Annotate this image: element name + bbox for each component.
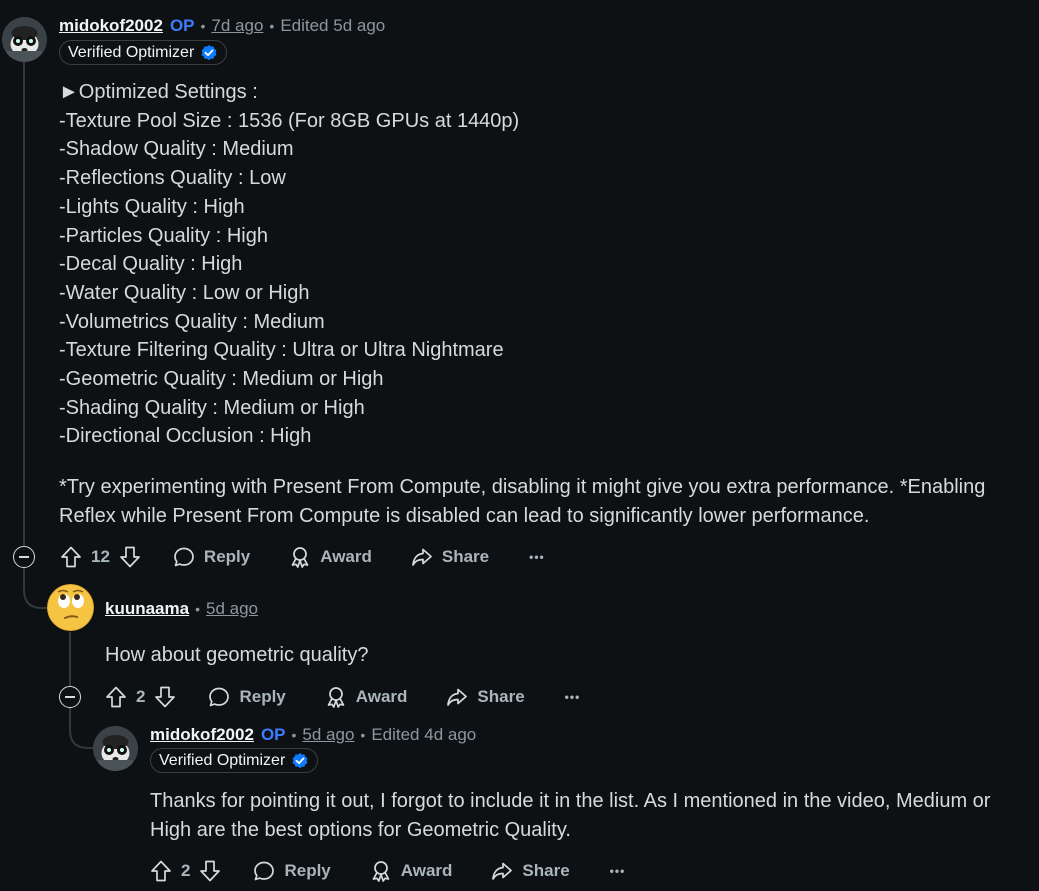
body-line: -Volumetrics Quality : Medium (59, 310, 325, 333)
op-badge: OP (260, 725, 286, 744)
username-link[interactable]: kuunaama (105, 599, 189, 619)
body-line: -Reflections Quality : Low (59, 167, 286, 190)
more-options-icon[interactable]: ••• (565, 690, 581, 704)
meta-separator: • (200, 18, 206, 34)
vote-count: 2 (181, 861, 191, 880)
share-label: Share (477, 687, 525, 706)
share-icon (412, 548, 432, 566)
award-icon (372, 861, 390, 882)
body-line: -Particles Quality : High (59, 224, 268, 247)
body-line: -Texture Pool Size : 1536 (For 8GB GPUs … (59, 109, 520, 132)
award-icon (291, 547, 309, 568)
body-line: How about geometric quality? (105, 644, 369, 666)
user-flair: Verified Optimizer (59, 40, 228, 65)
timestamp-link[interactable]: 5d ago (302, 725, 354, 745)
meta-separator: • (269, 18, 275, 34)
comment-bubble-icon (209, 687, 230, 707)
edited-label: Edited 5d ago (280, 16, 386, 35)
more-options-icon[interactable]: ••• (610, 864, 626, 878)
username-link[interactable]: midokof2002 (59, 16, 163, 36)
comment-meta: kuunaama • 5d ago (105, 598, 258, 620)
avatar[interactable] (93, 726, 138, 771)
vote-count: 12 (91, 547, 110, 566)
reply-button[interactable]: Reply (207, 685, 286, 709)
body-line: -Geometric Quality : Medium or High (59, 368, 384, 391)
upvote-icon[interactable] (104, 685, 128, 709)
minus-icon (19, 556, 29, 558)
award-label: Award (355, 687, 408, 706)
reply-label: Reply (239, 687, 286, 706)
award-button[interactable]: Award (324, 685, 408, 709)
avatar[interactable] (47, 584, 94, 631)
op-badge: OP (169, 16, 195, 35)
reply-label: Reply (203, 547, 251, 566)
share-button[interactable]: Share (490, 859, 570, 883)
comment-meta: midokof2002 OP • 7d ago • Edited 5d ago (59, 15, 385, 37)
minus-icon (65, 696, 75, 698)
share-icon (447, 688, 468, 706)
body-note: *Try experimenting with Present From Com… (59, 476, 986, 527)
reply-button[interactable]: Reply (172, 545, 250, 569)
comment-body: How about geometric quality? (105, 641, 1005, 670)
award-button[interactable]: Award (369, 859, 453, 883)
avatar[interactable] (2, 17, 47, 62)
body-line: -Shading Quality : Medium or High (59, 396, 365, 419)
more-options-icon[interactable]: ••• (529, 550, 545, 564)
body-line: -Directional Occlusion : High (59, 425, 312, 448)
award-icon (327, 687, 345, 708)
body-line: -Texture Filtering Quality : Ultra or Ul… (59, 339, 504, 362)
share-button[interactable]: Share (445, 685, 525, 709)
comment-body: Thanks for pointing it out, I forgot to … (150, 787, 1020, 844)
downvote-icon[interactable] (198, 859, 222, 883)
downvote-icon[interactable] (153, 685, 177, 709)
flair-text: Verified Optimizer (159, 751, 286, 769)
comment-actions: 12 Reply Award Share ••• (59, 542, 545, 572)
user-flair: Verified Optimizer (150, 748, 319, 773)
comment-bubble-icon (174, 547, 194, 567)
body-line: Thanks for pointing it out, I forgot to … (150, 790, 991, 841)
award-button[interactable]: Award (288, 545, 372, 569)
downvote-icon[interactable] (118, 545, 142, 569)
timestamp-link[interactable]: 7d ago (211, 16, 263, 36)
upvote-icon[interactable] (149, 859, 173, 883)
flair-text: Verified Optimizer (68, 43, 195, 61)
vote-count: 2 (136, 687, 146, 706)
share-label: Share (522, 861, 570, 880)
share-label: Share (441, 547, 490, 566)
award-label: Award (320, 547, 372, 566)
comment-actions: 2 Reply Award Share ••• (104, 682, 580, 712)
comment-actions: 2 Reply Award Share ••• (149, 856, 625, 886)
meta-separator: • (195, 601, 200, 617)
upvote-icon[interactable] (59, 545, 83, 569)
comment-body: ►Optimized Settings : -Texture Pool Size… (59, 78, 1009, 531)
award-label: Award (400, 861, 453, 880)
comment-bubble-icon (254, 861, 275, 881)
meta-separator: • (360, 727, 366, 743)
edited-label: Edited 4d ago (371, 725, 477, 744)
verified-badge-icon (292, 752, 308, 768)
reply-label: Reply (284, 861, 331, 880)
timestamp-link[interactable]: 5d ago (206, 599, 258, 619)
body-line: -Water Quality : Low or High (59, 281, 310, 304)
meta-separator: • (291, 727, 297, 743)
body-line: -Shadow Quality : Medium (59, 138, 294, 161)
body-line: ►Optimized Settings : (59, 81, 258, 103)
body-line: -Lights Quality : High (59, 195, 245, 218)
share-button[interactable]: Share (410, 545, 489, 569)
thread-line-1 (23, 62, 25, 546)
verified-badge-icon (201, 44, 217, 60)
reply-button[interactable]: Reply (252, 859, 331, 883)
comment-meta: midokof2002 OP • 5d ago • Edited 4d ago (150, 724, 476, 746)
share-icon (492, 862, 513, 880)
thread-line-2 (69, 632, 71, 687)
username-link[interactable]: midokof2002 (150, 725, 254, 745)
collapse-button[interactable] (13, 546, 35, 568)
body-line: -Decal Quality : High (59, 253, 243, 276)
collapse-button[interactable] (59, 686, 81, 708)
